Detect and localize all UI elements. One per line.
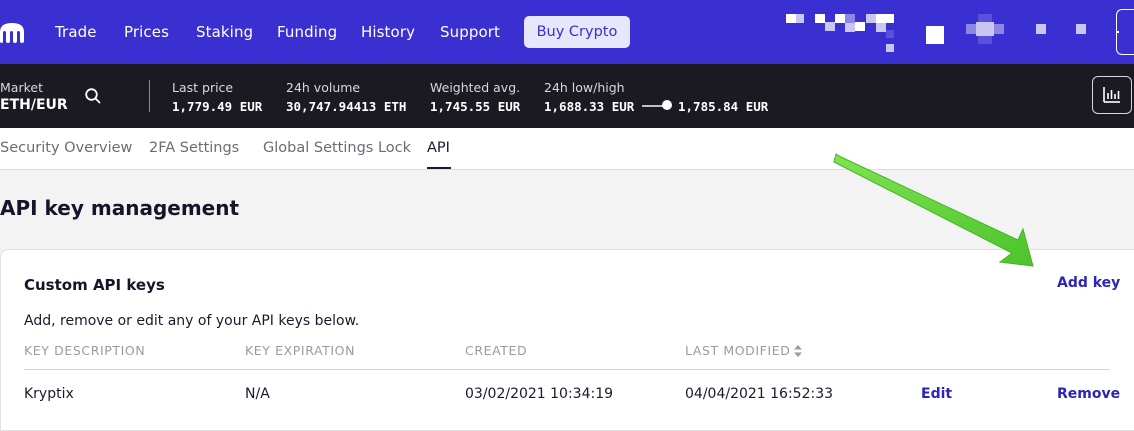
api-keys-card <box>0 249 1134 431</box>
volume-label: 24h volume <box>286 80 361 95</box>
remove-key-button[interactable]: Remove <box>1057 386 1120 402</box>
tab-global-settings-lock[interactable]: Global Settings Lock <box>263 140 411 156</box>
low-high-range-track <box>642 105 664 107</box>
card-description: Add, remove or edit any of your API keys… <box>24 313 360 329</box>
edit-key-button[interactable]: Edit <box>921 386 952 402</box>
column-header-key-expiration[interactable]: KEY EXPIRATION <box>245 343 355 358</box>
nav-support[interactable]: Support <box>440 23 500 41</box>
key-description-cell: Kryptix <box>24 386 74 402</box>
chart-icon <box>1103 87 1120 103</box>
key-expiration-cell: N/A <box>245 386 270 402</box>
sort-icon[interactable] <box>794 345 802 357</box>
top-navigation: Trade Prices Staking Funding History Sup… <box>0 0 1134 64</box>
tab-2fa-settings[interactable]: 2FA Settings <box>149 140 239 156</box>
table-header-divider <box>24 369 1110 370</box>
market-ticker-bar: Market ETH/EUR Last price 1,779.49 EUR 2… <box>0 64 1134 128</box>
last-price-value: 1,779.49 EUR <box>172 99 263 114</box>
weighted-avg-value: 1,745.55 EUR <box>430 99 521 114</box>
market-pair[interactable]: ETH/EUR <box>0 97 68 113</box>
volume-value: 30,747.94413 ETH <box>286 99 407 114</box>
low-high-label: 24h low/high <box>544 80 625 95</box>
page-title: API key management <box>0 196 240 220</box>
column-header-key-description[interactable]: KEY DESCRIPTION <box>24 343 145 358</box>
tab-security-overview[interactable]: Security Overview <box>0 140 132 156</box>
buy-crypto-button[interactable]: Buy Crypto <box>524 16 630 48</box>
low-high-range-marker <box>662 100 672 110</box>
market-label: Market <box>0 80 43 95</box>
created-cell: 03/02/2021 10:34:19 <box>465 386 614 402</box>
last-price-label: Last price <box>172 80 234 95</box>
chart-button[interactable] <box>1092 76 1132 114</box>
security-tabs: Security Overview 2FA Settings Global Se… <box>0 128 1134 170</box>
column-header-created[interactable]: CREATED <box>465 343 527 358</box>
weighted-avg-label: Weighted avg. <box>430 80 521 95</box>
nav-prices[interactable]: Prices <box>124 23 169 41</box>
nav-trade[interactable]: Trade <box>55 23 97 41</box>
divider <box>149 80 150 112</box>
nav-history[interactable]: History <box>361 23 415 41</box>
search-icon[interactable] <box>85 88 101 104</box>
active-tab-indicator <box>427 167 451 169</box>
high-value: 1,785.84 EUR <box>678 99 769 114</box>
nav-funding[interactable]: Funding <box>277 23 337 41</box>
last-modified-cell: 04/04/2021 16:52:33 <box>685 386 834 402</box>
nav-staking[interactable]: Staking <box>196 23 253 41</box>
card-title: Custom API keys <box>24 276 165 294</box>
tab-api[interactable]: API <box>427 140 450 156</box>
account-menu-button[interactable] <box>1116 9 1134 55</box>
low-value: 1,688.33 EUR <box>544 99 635 114</box>
column-header-last-modified[interactable]: LAST MODIFIED <box>685 343 790 358</box>
kraken-logo-icon[interactable] <box>0 22 26 44</box>
add-key-button[interactable]: Add key <box>1057 275 1120 291</box>
